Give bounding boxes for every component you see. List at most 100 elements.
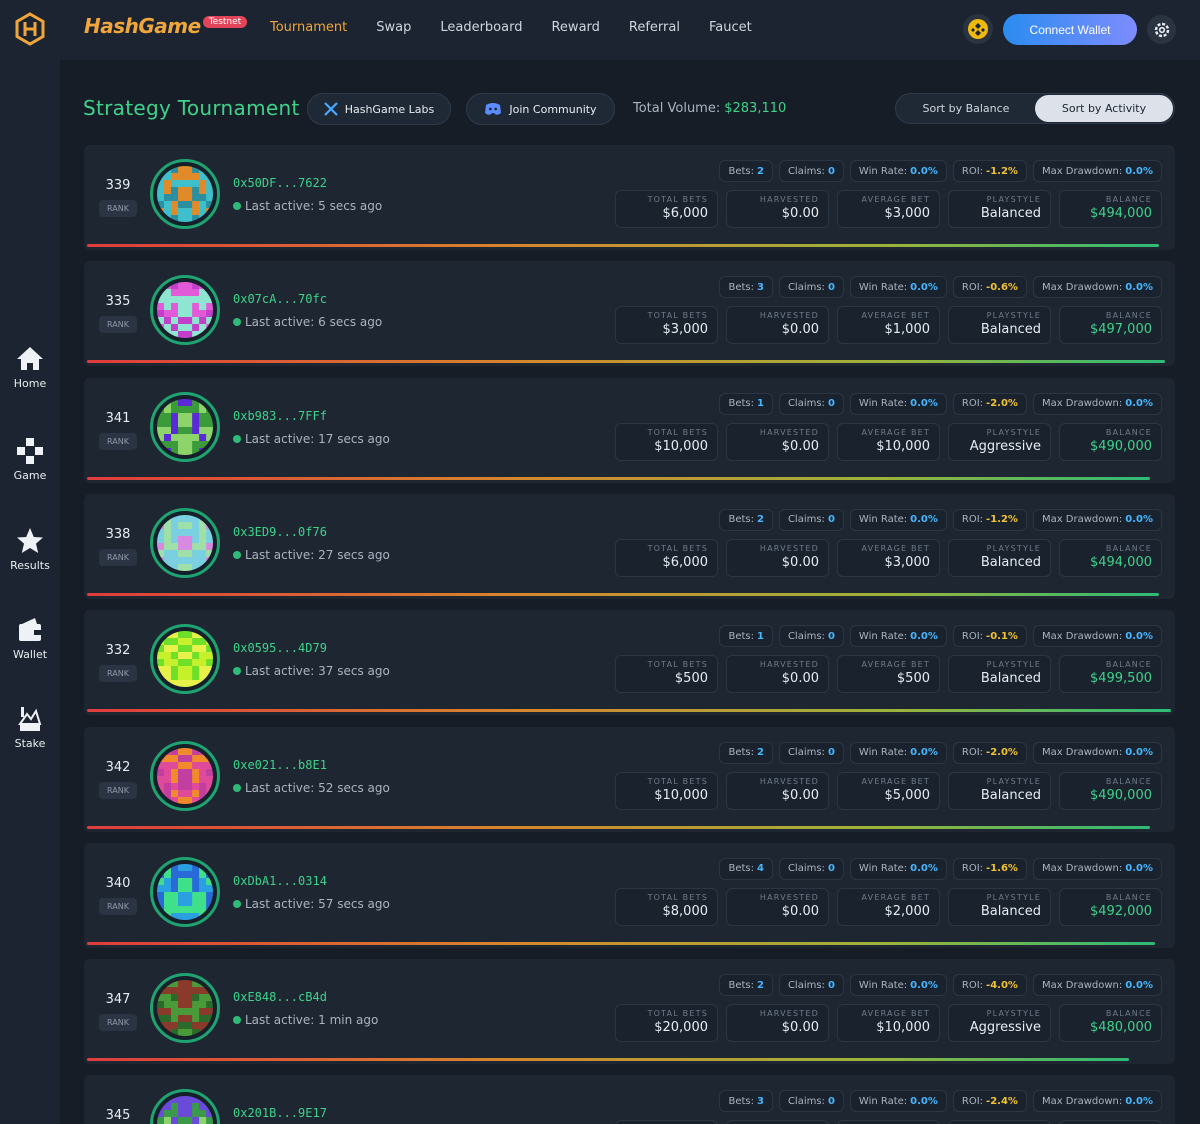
sidebar-item-results[interactable]: Results — [0, 526, 60, 572]
nav-swap[interactable]: Swap — [376, 20, 411, 35]
avatar[interactable] — [150, 624, 220, 695]
bets-chip: Bets: 2 — [719, 160, 773, 182]
player-card[interactable]: 339 RANK 0x50DF...7622 Last active: 5 se… — [84, 145, 1175, 250]
balance-progress-bar — [87, 360, 1165, 364]
discord-icon — [485, 103, 502, 115]
online-dot-icon — [233, 434, 241, 443]
join-community-button[interactable]: Join Community — [466, 93, 615, 125]
last-active-text: Last active: 6 secs ago — [245, 315, 383, 330]
player-card[interactable]: 341 RANK 0xb983...7FFf Last active: 17 s… — [84, 377, 1175, 483]
wallet-address[interactable]: 0xb983...7FFf — [233, 409, 327, 423]
rank-label: RANK — [99, 200, 137, 217]
sidebar-item-stake[interactable]: Stake — [0, 704, 60, 750]
player-card[interactable]: 335 RANK 0x07cA...70fc Last active: 6 se… — [84, 261, 1175, 367]
sidebar-item-label: Results — [10, 559, 50, 572]
nav-faucet[interactable]: Faucet — [709, 20, 752, 35]
stat-chips: Bets: 2 Claims: 0 Win Rate: 0.0% ROI: -2.0% … — [719, 741, 1162, 764]
avatar[interactable] — [150, 507, 220, 578]
average-bet-box: AVERAGE BET $10,000 — [837, 1004, 940, 1043]
win-rate-chip: Win Rate: 0.0% — [849, 1090, 947, 1113]
wallet-address[interactable]: 0x3ED9...0f76 — [233, 525, 327, 539]
nav-reward[interactable]: Reward — [551, 20, 599, 35]
total-bets-box: TOTAL BETS $20,000 — [615, 1004, 718, 1043]
connect-wallet-button[interactable]: Connect Wallet — [1003, 14, 1137, 45]
wallet-address[interactable]: 0xE848...cB4d — [233, 990, 327, 1004]
last-active: Last active: 27 secs ago — [233, 548, 390, 562]
harvested-box: HARVESTED $0.00 — [726, 655, 829, 694]
player-card[interactable]: 338 RANK 0x3ED9...0f76 Last active: 27 s… — [84, 493, 1175, 599]
last-active-text: Last active: 1 min ago — [245, 1013, 379, 1028]
nav-referral[interactable]: Referral — [629, 20, 680, 35]
avatar-image — [157, 514, 213, 571]
avatar[interactable] — [150, 391, 220, 462]
online-dot-icon — [233, 202, 241, 210]
total-volume-label: Total Volume: — [633, 101, 721, 116]
wallet-address[interactable]: 0x50DF...7622 — [233, 176, 327, 190]
x-logo-icon — [323, 102, 338, 116]
sidebar-item-game[interactable]: Game — [0, 436, 60, 482]
wallet-address[interactable]: 0x0595...4D79 — [233, 641, 327, 655]
claims-chip: Claims: 0 — [778, 857, 844, 880]
rank-label: RANK — [99, 897, 137, 915]
sidebar-item-home[interactable]: Home — [0, 344, 60, 390]
balance-box: BALANCE $480,000 — [1059, 1004, 1162, 1043]
avatar[interactable] — [150, 740, 220, 811]
rank-label: RANK — [99, 316, 137, 334]
playstyle-box: PLAYSTYLE Aggressive — [948, 422, 1051, 461]
avatar[interactable] — [150, 275, 220, 346]
wallet-address[interactable]: 0x201B...9E17 — [233, 1106, 327, 1120]
roi-chip: ROI: -0.6% — [952, 276, 1027, 299]
gear-icon[interactable] — [1147, 15, 1176, 44]
stat-boxes: TOTAL BETS HARVESTED AVERAGE BET PLAYSTY… — [615, 1120, 1162, 1124]
x-button-label: HashGame Labs — [344, 102, 435, 116]
harvested-box: HARVESTED — [726, 1120, 829, 1124]
bets-chip: Bets: 3 — [719, 1090, 773, 1113]
last-active: Last active: 6 secs ago — [233, 315, 382, 329]
player-card[interactable]: 332 RANK 0x0595...4D79 Last active: 37 s… — [84, 610, 1175, 716]
brand-name: HashGame — [84, 14, 201, 38]
claims-chip: Claims: 0 — [778, 1090, 844, 1113]
stat-chips: Bets: 1 Claims: 0 Win Rate: 0.0% ROI: -2.0% … — [719, 392, 1162, 415]
nav-leaderboard[interactable]: Leaderboard — [440, 20, 522, 35]
avatar[interactable] — [150, 159, 220, 229]
total-bets-box: TOTAL BETS $10,000 — [615, 771, 718, 810]
nav-tournament[interactable]: Tournament — [270, 20, 347, 35]
sidebar-item-label: Game — [13, 469, 47, 482]
stat-boxes: TOTAL BETS $8,000 HARVESTED $0.00 AVERAGE … — [615, 887, 1162, 926]
bnb-coin-icon[interactable] — [963, 14, 993, 44]
wallet-address[interactable]: 0x07cA...70fc — [233, 292, 327, 306]
win-rate-chip: Win Rate: 0.0% — [849, 974, 947, 997]
claims-chip: Claims: 0 — [778, 741, 844, 764]
average-bet-box: AVERAGE BET $3,000 — [837, 538, 940, 577]
max-drawdown-chip: Max Drawdown: 0.0% — [1032, 392, 1162, 415]
wallet-address[interactable]: 0xDbA1...0314 — [233, 874, 327, 888]
player-card[interactable]: 347 RANK 0xE848...cB4d Last active: 1 mi… — [84, 959, 1175, 1065]
hashgame-labs-x-button[interactable]: HashGame Labs — [307, 93, 451, 125]
sidebar-item-wallet[interactable]: Wallet — [0, 615, 60, 661]
rank-number: 340 — [105, 875, 131, 891]
avatar[interactable] — [150, 856, 220, 927]
stat-chips: Bets: 2 Claims: 0 Win Rate: 0.0% ROI: -1.2% … — [719, 508, 1162, 531]
hashgame-logo-icon[interactable] — [14, 12, 46, 46]
last-active: Last active: 17 secs ago — [233, 432, 390, 446]
online-dot-icon — [233, 550, 241, 559]
balance-box: BALANCE $492,000 — [1059, 887, 1162, 926]
claims-chip: Claims: 0 — [778, 276, 844, 299]
stat-chips: Bets: 2 Claims: 0 Win Rate: 0.0% ROI: -1.2% … — [719, 160, 1162, 182]
rank-number: 338 — [105, 526, 131, 542]
balance-box: BALANCE $494,000 — [1059, 190, 1162, 228]
last-active: Last active: 1 min ago — [233, 1013, 378, 1027]
player-card[interactable]: 342 RANK 0xe021...b8E1 Last active: 52 s… — [84, 726, 1175, 832]
avatar[interactable] — [150, 1089, 220, 1124]
brand[interactable]: HashGame Testnet — [84, 14, 248, 38]
stat-chips: Bets: 1 Claims: 0 Win Rate: 0.0% ROI: -0.1% … — [719, 625, 1162, 648]
player-card[interactable]: 340 RANK 0xDbA1...0314 Last active: 57 s… — [84, 842, 1175, 948]
wallet-address[interactable]: 0xe021...b8E1 — [233, 758, 327, 772]
sort-by-balance-button[interactable]: Sort by Balance — [898, 95, 1034, 122]
stat-boxes: TOTAL BETS $6,000 HARVESTED $0.00 AVERAGE … — [615, 190, 1162, 228]
player-card[interactable]: 345 RANK 0x201B...9E17 Bets:3 Claims:0 W… — [84, 1075, 1175, 1124]
rank-number: 339 — [105, 178, 131, 193]
avatar[interactable] — [150, 973, 220, 1044]
roi-chip: ROI: -1.2% — [952, 160, 1027, 182]
sort-by-activity-button[interactable]: Sort by Activity — [1035, 95, 1173, 122]
